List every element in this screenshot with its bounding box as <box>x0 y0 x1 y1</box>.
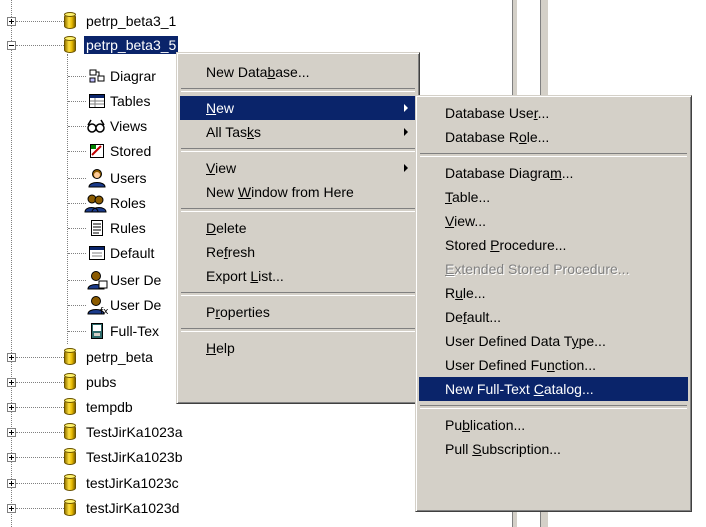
database-icon <box>64 348 76 366</box>
users-icon <box>86 168 106 188</box>
tree-item-database[interactable]: petrp_beta3_1 <box>86 12 176 30</box>
expand-button[interactable] <box>7 453 16 462</box>
tree-item-database[interactable]: TestJirKa1023a <box>86 423 183 441</box>
tree-item-views[interactable]: Views <box>110 117 147 135</box>
tree-item-database[interactable]: petrp_beta <box>86 348 153 366</box>
menu-item-database-user[interactable]: Database User... <box>419 101 688 125</box>
tree-item-rules[interactable]: Rules <box>110 219 146 237</box>
rules-icon <box>88 219 106 237</box>
tree-line <box>67 54 68 344</box>
menu-item-table[interactable]: Table... <box>419 185 688 209</box>
menu-item-database-role[interactable]: Database Role... <box>419 125 688 149</box>
database-icon <box>64 474 76 492</box>
tree-item-roles[interactable]: Roles <box>110 194 146 212</box>
menu-item-stored-procedure[interactable]: Stored Procedure... <box>419 233 688 257</box>
menu-item-publication[interactable]: Publication... <box>419 413 688 437</box>
tree-item-stored-procedures[interactable]: Stored <box>110 142 151 160</box>
tree-item-user-defined-data-types[interactable]: User De <box>110 271 161 289</box>
database-icon <box>64 12 76 30</box>
menu-item-user-defined-function[interactable]: User Defined Function... <box>419 353 688 377</box>
full-text-catalogs-icon <box>88 322 106 340</box>
database-icon <box>64 499 76 517</box>
database-icon <box>64 36 76 54</box>
menu-item-delete[interactable]: Delete <box>180 216 416 240</box>
tree-item-users[interactable]: Users <box>110 169 147 187</box>
database-icon <box>64 398 76 416</box>
expand-button[interactable] <box>7 17 16 26</box>
menu-item-refresh[interactable]: Refresh <box>180 240 416 264</box>
tree-line <box>11 0 12 527</box>
tree-item-database-selected[interactable]: petrp_beta3_5 <box>82 35 180 55</box>
database-icon <box>64 423 76 441</box>
menu-item-database-diagram[interactable]: Database Diagram... <box>419 161 688 185</box>
tree-item-database[interactable]: testJirKa1023c <box>86 474 179 492</box>
menu-item-new-full-text-catalog[interactable]: New Full-Text Catalog... <box>419 377 688 401</box>
tables-icon <box>88 92 106 110</box>
menu-item-pull-subscription[interactable]: Pull Subscription... <box>419 437 688 461</box>
menu-item-new-window-from-here[interactable]: New Window from Here <box>180 180 416 204</box>
menu-item-default[interactable]: Default... <box>419 305 688 329</box>
menu-item-all-tasks[interactable]: All Tasks <box>180 120 416 144</box>
menu-item-view[interactable]: View <box>180 156 416 180</box>
tree-item-tables[interactable]: Tables <box>110 92 150 110</box>
context-menu: New Database... New All Tasks View New W… <box>176 52 420 404</box>
database-icon <box>64 448 76 466</box>
tree-item-diagrams[interactable]: Diagrar <box>110 67 156 85</box>
stored-procedures-icon <box>88 142 106 160</box>
menu-item-new[interactable]: New <box>180 96 416 120</box>
views-icon <box>86 117 105 135</box>
menu-item-properties[interactable]: Properties <box>180 300 416 324</box>
tree-item-database[interactable]: testJirKa1023d <box>86 499 179 517</box>
menu-item-new-database[interactable]: New Database... <box>180 60 416 84</box>
user-defined-functions-icon: fx <box>86 295 109 317</box>
expand-button[interactable] <box>7 428 16 437</box>
collapse-button[interactable] <box>7 41 16 50</box>
menu-separator <box>420 405 687 409</box>
submenu-arrow-icon <box>404 104 408 112</box>
tree-item-database[interactable]: pubs <box>86 373 116 391</box>
expand-button[interactable] <box>7 353 16 362</box>
tree-item-user-defined-functions[interactable]: User De <box>110 296 161 314</box>
diagram-icon <box>88 67 106 85</box>
menu-item-extended-stored-procedure[interactable]: Extended Stored Procedure... <box>419 257 688 281</box>
menu-item-view[interactable]: View... <box>419 209 688 233</box>
expand-button[interactable] <box>7 403 16 412</box>
menu-item-export-list[interactable]: Export List... <box>180 264 416 288</box>
expand-button[interactable] <box>7 378 16 387</box>
menu-separator <box>181 208 415 212</box>
roles-icon <box>84 193 107 213</box>
menu-separator <box>420 153 687 157</box>
submenu-arrow-icon <box>404 128 408 136</box>
menu-separator <box>181 148 415 152</box>
menu-item-help[interactable]: Help <box>180 336 416 360</box>
menu-separator <box>181 292 415 296</box>
menu-item-rule[interactable]: Rule... <box>419 281 688 305</box>
expand-button[interactable] <box>7 479 16 488</box>
defaults-icon <box>88 244 106 262</box>
submenu-arrow-icon <box>404 164 408 172</box>
expand-button[interactable] <box>7 504 16 513</box>
tree-item-full-text-catalogs[interactable]: Full-Tex <box>110 322 159 340</box>
database-icon <box>64 373 76 391</box>
tree-item-database[interactable]: tempdb <box>86 398 133 416</box>
user-defined-data-types-icon <box>86 270 108 290</box>
menu-separator <box>181 328 415 332</box>
tree-item-defaults[interactable]: Default <box>110 244 154 262</box>
svg-text:fx: fx <box>100 307 108 315</box>
menu-separator <box>181 88 415 92</box>
new-submenu: Database User... Database Role... Databa… <box>415 95 692 512</box>
tree-item-database[interactable]: TestJirKa1023b <box>86 448 183 466</box>
menu-item-user-defined-data-type[interactable]: User Defined Data Type... <box>419 329 688 353</box>
